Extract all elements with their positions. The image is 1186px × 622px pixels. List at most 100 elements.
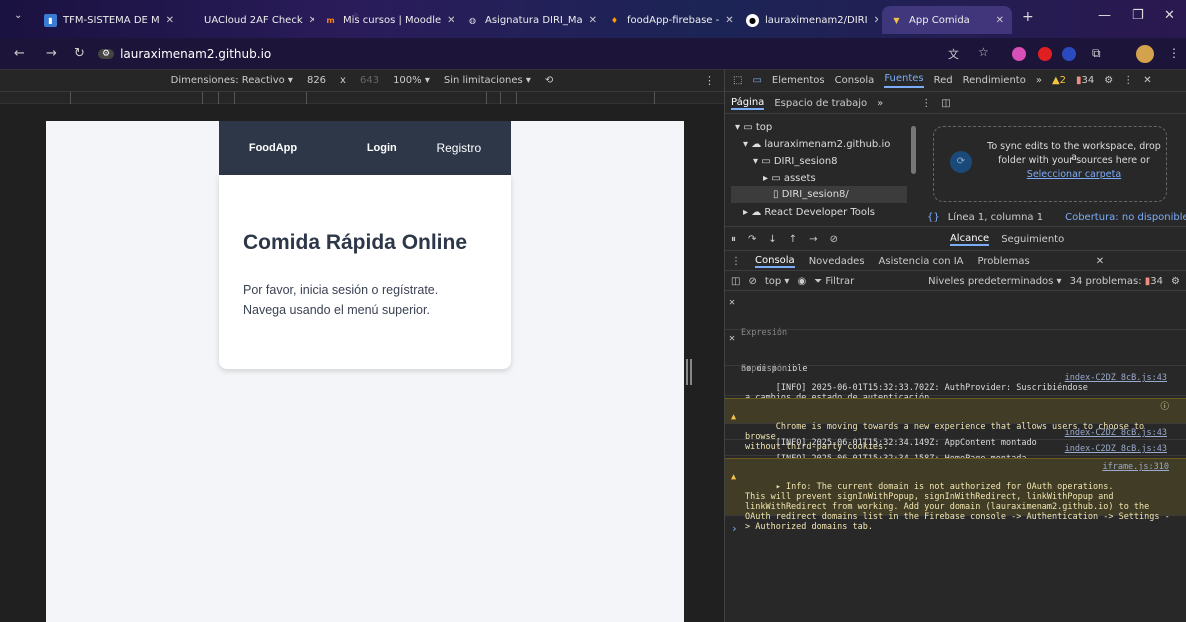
source-link[interactable]: index-C2DZ_8cB.js:43: [1065, 444, 1167, 454]
tab-sources[interactable]: Fuentes: [884, 73, 924, 88]
subtab-more[interactable]: »: [877, 98, 883, 109]
reload-icon[interactable]: ↻: [74, 46, 85, 61]
throttle-select[interactable]: Sin limitaciones ▾: [444, 75, 531, 86]
live-expression-icon[interactable]: ◉: [797, 276, 806, 287]
clear-console-icon[interactable]: ⊘: [748, 276, 756, 287]
tab-4[interactable]: ◍ Asignatura DIRI_Ma ✕: [458, 6, 598, 34]
step-into-icon[interactable]: ↓: [768, 234, 776, 245]
tree-domain[interactable]: ▾ ☁ lauraximenam2.github.io: [743, 139, 890, 150]
context-select[interactable]: top ▾: [765, 276, 790, 287]
brand-link[interactable]: FoodApp: [249, 142, 297, 154]
close-icon[interactable]: ✕: [166, 15, 174, 26]
tab-performance[interactable]: Rendimiento: [963, 75, 1026, 86]
close-icon[interactable]: ✕: [725, 15, 733, 26]
toggle-sidebar-icon[interactable]: ◫: [941, 98, 950, 109]
restore-icon[interactable]: ❐: [1132, 8, 1144, 23]
settings-icon[interactable]: ⚙: [1104, 75, 1113, 86]
more-tabs[interactable]: »: [1036, 75, 1042, 86]
register-link[interactable]: Registro: [436, 141, 481, 155]
workspace-dropzone[interactable]: ⟳ To sync edits to the workspace, drop a…: [933, 126, 1167, 202]
menu-icon[interactable]: ⋮: [1168, 46, 1180, 60]
drawer-tab-console[interactable]: Consola: [755, 255, 795, 268]
close-icon[interactable]: ✕: [447, 15, 454, 26]
filter-input[interactable]: ⏷ Filtrar: [814, 276, 874, 287]
coverage-status[interactable]: Cobertura: no disponible: [1065, 212, 1186, 223]
window-close-icon[interactable]: ✕: [1164, 8, 1175, 23]
tree-assets[interactable]: ▸ ▭ assets: [763, 173, 816, 184]
tab-network[interactable]: Red: [934, 75, 953, 86]
bookmark-star-icon[interactable]: ☆: [978, 45, 989, 59]
deactivate-breakpoints-icon[interactable]: ⊘: [830, 234, 838, 245]
pause-icon[interactable]: ⏸: [731, 234, 736, 245]
width-input[interactable]: 826: [307, 75, 326, 86]
select-folder-link[interactable]: Seleccionar carpeta: [984, 169, 1164, 180]
close-icon[interactable]: ✕: [589, 15, 597, 26]
tab-6[interactable]: ● lauraximenam2/DIRI ✕: [738, 6, 878, 34]
extension-icon[interactable]: [1062, 47, 1076, 61]
step-icon[interactable]: →: [809, 234, 817, 245]
tab-elements[interactable]: Elementos: [772, 75, 825, 86]
tab-watch[interactable]: Seguimiento: [1001, 234, 1064, 245]
remove-expression-icon[interactable]: ✕: [729, 298, 735, 308]
drawer-menu-icon[interactable]: ⋮: [731, 256, 741, 267]
tree-file[interactable]: ▯ DIRI_sesion8/: [731, 186, 907, 203]
dimensions-select[interactable]: Dimensiones: Reactivo ▾: [171, 75, 293, 86]
tree-top[interactable]: ▾ ▭ top: [735, 122, 772, 133]
minimize-icon[interactable]: —: [1098, 8, 1111, 23]
devtools-close-icon[interactable]: ✕: [1143, 75, 1151, 86]
subtab-page[interactable]: Página: [731, 97, 765, 110]
sources-menu-icon[interactable]: ⋮: [921, 98, 931, 109]
url-box[interactable]: ⚙ lauraximenam2.github.io: [98, 43, 918, 65]
sidebar-toggle-icon[interactable]: ◫: [731, 276, 740, 287]
tab-7[interactable]: ▼ App Comida ✕: [882, 6, 1012, 34]
tab-scope[interactable]: Alcance: [949, 233, 990, 246]
site-info-icon[interactable]: ⚙: [98, 49, 115, 59]
source-link[interactable]: index-C2DZ_8cB.js:43: [1065, 428, 1167, 438]
url-text[interactable]: lauraximenam2.github.io: [120, 47, 271, 61]
drawer-tab-whats-new[interactable]: Novedades: [809, 256, 865, 267]
console-prompt[interactable]: ›: [731, 522, 1171, 536]
devtools-menu-icon[interactable]: ⋮: [1123, 75, 1133, 86]
tab-search-icon[interactable]: ⌄: [14, 10, 22, 21]
height-input[interactable]: 643: [360, 75, 379, 86]
warning-count[interactable]: ▲2: [1052, 75, 1066, 86]
extension-icon[interactable]: [1012, 47, 1026, 61]
close-icon[interactable]: ✕: [874, 15, 878, 26]
info-icon[interactable]: ⓘ: [1160, 402, 1169, 412]
device-more-icon[interactable]: ⋮: [704, 74, 715, 87]
drawer-tab-ai[interactable]: Asistencia con IA: [879, 256, 964, 267]
translate-icon[interactable]: 文: [948, 46, 959, 62]
device-toggle-icon[interactable]: ▭: [752, 75, 761, 86]
tab-5[interactable]: ♦ foodApp-firebase - ✕: [600, 6, 734, 34]
inspect-icon[interactable]: ⬚: [733, 75, 742, 86]
extensions-puzzle-icon[interactable]: ⧉: [1092, 46, 1101, 61]
tab-1[interactable]: ▮ TFM-SISTEMA DE M ✕: [36, 6, 176, 34]
tree-folder[interactable]: ▾ ▭ DIRI_sesion8: [753, 156, 838, 167]
tree-scrollbar[interactable]: [911, 126, 916, 174]
avatar[interactable]: [1136, 45, 1154, 63]
step-over-icon[interactable]: ↷: [748, 234, 756, 245]
forward-icon[interactable]: →: [46, 46, 57, 61]
back-icon[interactable]: ←: [14, 46, 25, 61]
step-out-icon[interactable]: ↑: [789, 234, 797, 245]
issues-count[interactable]: 34 problemas: ▮34: [1070, 276, 1163, 287]
tab-2[interactable]: UACloud 2AF Check ✕: [182, 6, 314, 34]
login-link[interactable]: Login: [367, 142, 397, 154]
zoom-select[interactable]: 100% ▾: [393, 75, 430, 86]
levels-select[interactable]: Niveles predeterminados ▾: [928, 276, 1061, 287]
drawer-tab-issues[interactable]: Problemas: [978, 256, 1030, 267]
subtab-workspace[interactable]: Espacio de trabajo: [774, 98, 867, 109]
tab-3[interactable]: m Mis cursos | Moodle ✕: [316, 6, 454, 34]
rotate-icon[interactable]: ⟲: [545, 75, 553, 86]
drawer-close-icon[interactable]: ✕: [1096, 256, 1104, 267]
code-icon[interactable]: {}: [927, 212, 940, 223]
close-icon[interactable]: ✕: [996, 15, 1004, 26]
extension-icon[interactable]: [1038, 47, 1052, 61]
close-icon[interactable]: ✕: [309, 15, 314, 26]
new-tab-icon[interactable]: +: [1022, 9, 1034, 25]
source-link[interactable]: iframe.js:310: [1102, 462, 1169, 472]
tab-console[interactable]: Consola: [835, 75, 875, 86]
console-settings-icon[interactable]: ⚙: [1171, 276, 1180, 287]
resize-handle[interactable]: [686, 359, 692, 385]
source-link[interactable]: index-C2DZ_8cB.js:43: [1065, 373, 1167, 383]
